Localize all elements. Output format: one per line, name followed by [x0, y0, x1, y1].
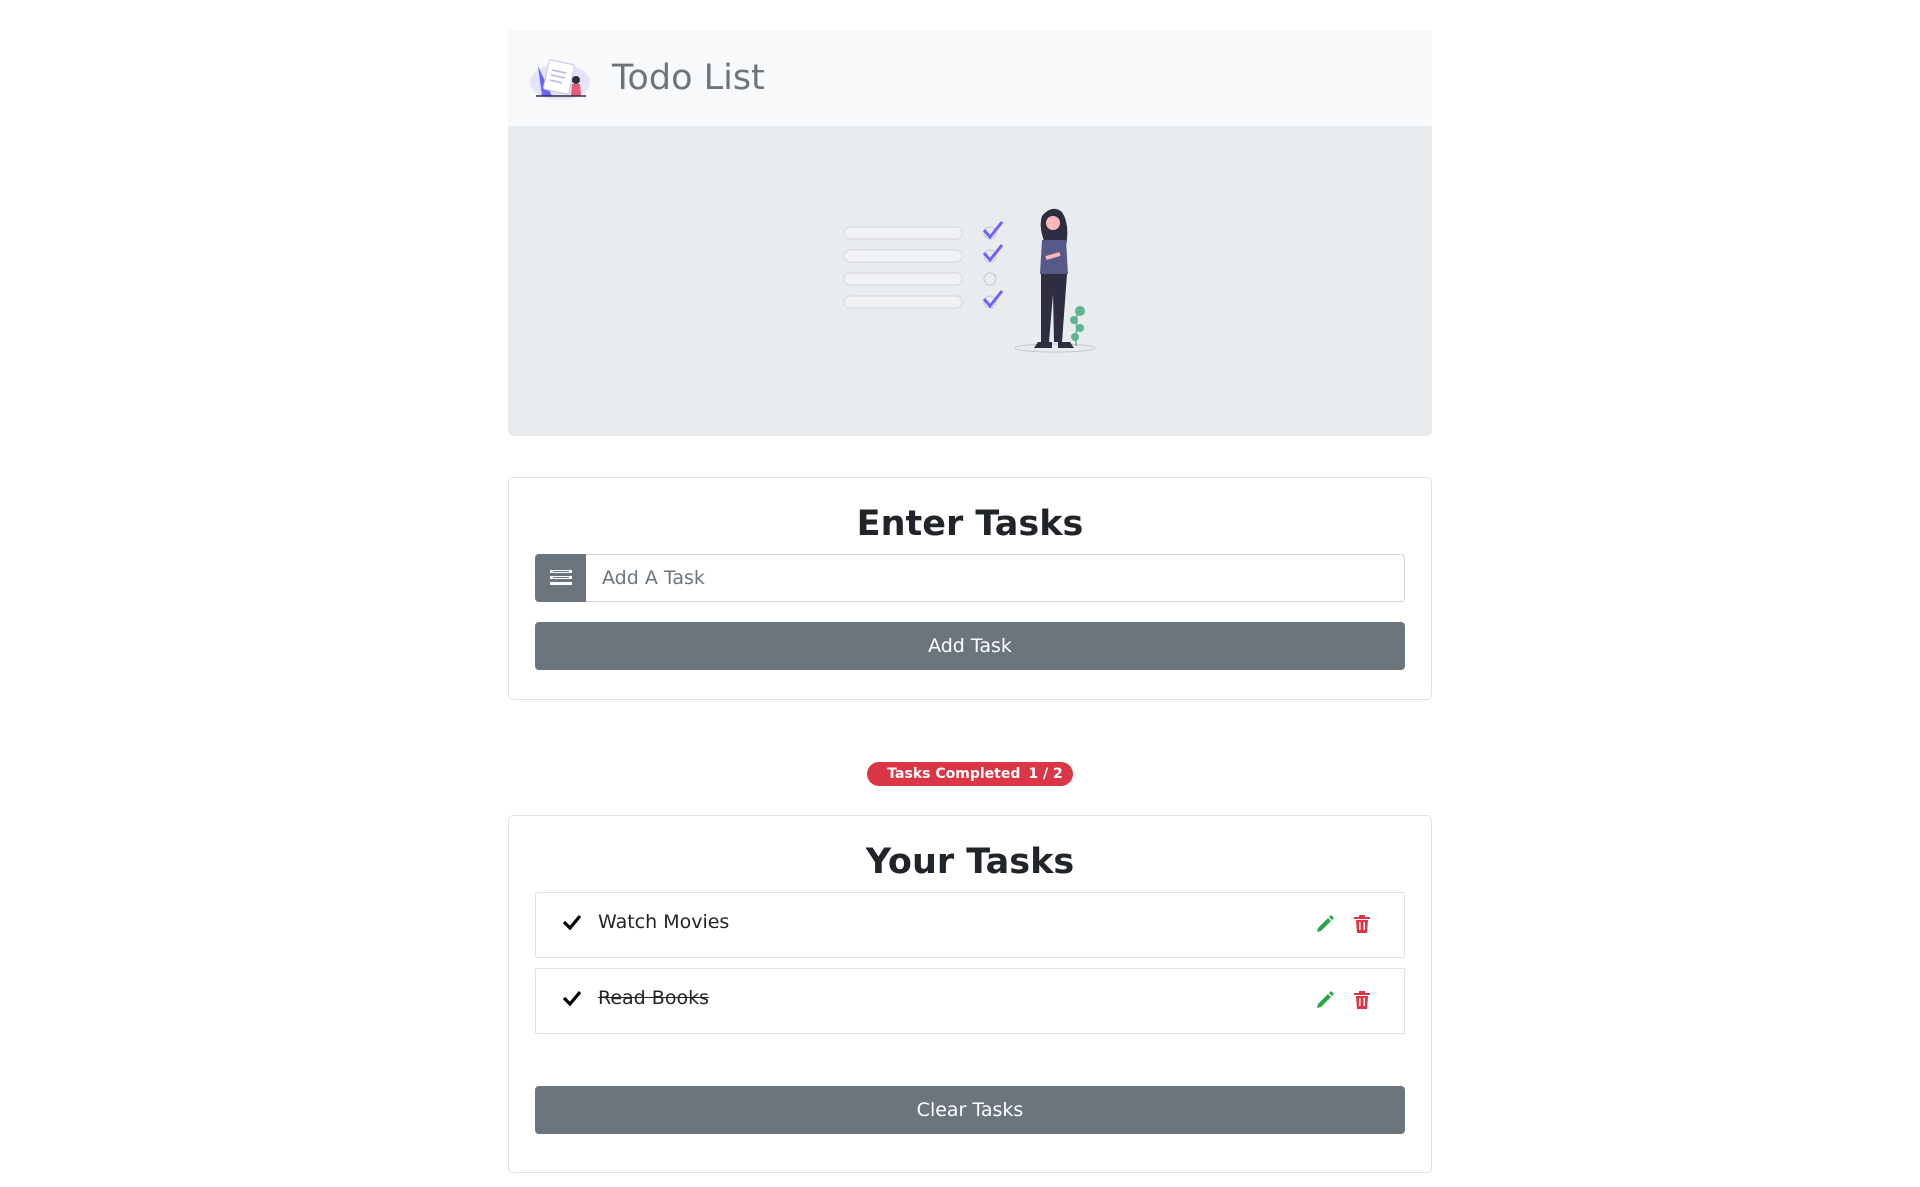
enter-tasks-card: Enter Tasks Add Task: [508, 477, 1432, 700]
add-task-button[interactable]: Add Task: [535, 622, 1405, 670]
enter-tasks-title: Enter Tasks: [856, 504, 1084, 544]
trash-icon[interactable]: [1354, 991, 1370, 1009]
todo-illustration-logo-icon[interactable]: [528, 52, 592, 104]
app-title: Todo List: [612, 58, 765, 98]
your-tasks-title: Your Tasks: [865, 842, 1075, 882]
app-container: Todo List Enter Tasks Add A Task Add Tas…: [508, 30, 1432, 1173]
your-tasks-card: Your Tasks Watch Movies Read Books Clear…: [508, 815, 1432, 1173]
navbar: Todo List: [508, 30, 1432, 126]
task-input-addon: [535, 554, 586, 602]
task-input-group: [535, 554, 1405, 602]
task-status: Tasks Completed 1 / 2: [508, 762, 1432, 786]
trash-icon[interactable]: [1354, 915, 1370, 933]
check-icon[interactable]: [562, 913, 582, 931]
list-item: Read Books: [535, 968, 1405, 1034]
checklist-person-illustration: [843, 208, 1096, 353]
task-label: Read Books: [598, 987, 709, 1009]
list-item: Watch Movies: [535, 892, 1405, 958]
task-actions: [1316, 991, 1370, 1009]
list-icon: [549, 570, 572, 585]
clear-tasks-button[interactable]: Clear Tasks: [535, 1086, 1405, 1134]
task-label: Watch Movies: [598, 911, 730, 933]
pencil-icon[interactable]: [1316, 915, 1334, 933]
task-list: Watch Movies Read Books: [535, 892, 1405, 1034]
tasks-completed-label: Tasks Completed: [887, 766, 1021, 782]
task-actions: [1316, 915, 1370, 933]
hero-banner: [508, 126, 1432, 436]
tasks-completed-badge: Tasks Completed 1 / 2: [867, 762, 1073, 786]
task-input[interactable]: [586, 554, 1405, 602]
pencil-icon[interactable]: [1316, 991, 1334, 1009]
tasks-completed-count: 1 / 2: [1028, 766, 1063, 782]
check-icon[interactable]: [562, 989, 582, 1007]
